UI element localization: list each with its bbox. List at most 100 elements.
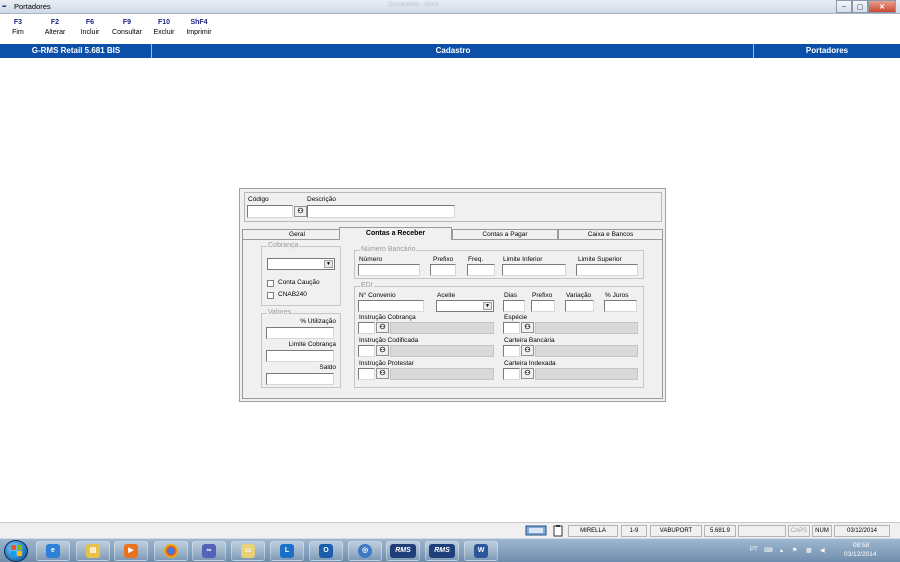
status-user: MIRELLA: [568, 525, 618, 537]
header-fields-group: Código ⚇ Descrição: [244, 192, 662, 222]
binoculars-search-icon[interactable]: ⚇: [521, 345, 534, 356]
edi-caption: EDI: [360, 282, 374, 289]
start-button[interactable]: [4, 540, 28, 562]
binoculars-search-icon[interactable]: ⚇: [521, 368, 534, 379]
status-bar: MIRELLA 1-9 VABUPORT 5.681.9 CAPS NUM 03…: [0, 522, 900, 538]
rms-icon: RMS: [390, 544, 416, 558]
fkey-label: F6: [85, 19, 95, 26]
taskbar-media-player[interactable]: ▶: [114, 541, 148, 561]
saldo-label: Saldo: [319, 364, 336, 371]
explorer-icon: ▤: [86, 544, 100, 558]
taskbar-word[interactable]: W: [464, 541, 498, 561]
ie-icon: e: [46, 544, 60, 558]
clock-time[interactable]: 08:58: [853, 542, 869, 549]
excluir-button[interactable]: F10 Excluir: [149, 19, 179, 36]
limite-cobranca-input[interactable]: [266, 350, 334, 362]
limite-inferior-input[interactable]: [502, 264, 566, 276]
cnab240-checkbox[interactable]: [267, 292, 274, 299]
taskbar-rms-2[interactable]: RMS: [425, 541, 459, 561]
freq-input[interactable]: [467, 264, 495, 276]
clock-date[interactable]: 03/12/2014: [844, 551, 877, 558]
portadores-form: Código ⚇ Descrição Geral Contas a Recebe…: [239, 188, 666, 402]
juros-input[interactable]: [604, 300, 637, 312]
taskbar-lync[interactable]: L: [270, 541, 304, 561]
status-version: 5.681.9: [704, 525, 736, 537]
variacao-input[interactable]: [565, 300, 594, 312]
close-button[interactable]: ✕: [868, 0, 896, 13]
rms-icon: RMS: [429, 544, 455, 558]
cnab240-label: CNAB240: [278, 291, 307, 298]
binoculars-search-icon[interactable]: ⚇: [376, 345, 389, 356]
minimize-button[interactable]: –: [836, 0, 852, 13]
language-indicator[interactable]: PT: [750, 547, 758, 553]
fkey-label: F10: [157, 19, 171, 26]
taskbar-explorer[interactable]: ▤: [76, 541, 110, 561]
taskbar-network[interactable]: ∞: [192, 541, 226, 561]
window-title: Portadores: [14, 2, 51, 11]
limite-superior-input[interactable]: [576, 264, 638, 276]
binoculars-search-icon[interactable]: ⚇: [376, 368, 389, 379]
instrucao-codificada-input[interactable]: [358, 345, 375, 357]
outlook-icon: O: [319, 544, 333, 558]
alterar-button[interactable]: F2 Alterar: [40, 19, 70, 36]
conta-caucao-checkbox[interactable]: [267, 280, 274, 287]
limite-cobranca-label: Limite Cobrança: [288, 341, 336, 348]
instrucao-protestar-input[interactable]: [358, 368, 375, 380]
codigo-label: Código: [248, 196, 269, 203]
imprimir-button[interactable]: ShF4 Imprimir: [182, 19, 216, 36]
limite-inferior-label: Limite Inferior: [503, 256, 543, 263]
carteira-indexada-input[interactable]: [503, 368, 520, 380]
taskbar-vm[interactable]: ◎: [348, 541, 382, 561]
status-empty: [738, 525, 786, 537]
descricao-input[interactable]: [307, 205, 455, 218]
binoculars-search-icon[interactable]: ⚇: [521, 322, 534, 333]
codigo-input[interactable]: [247, 205, 293, 218]
media-player-icon: ▶: [124, 544, 138, 558]
instrucao-cobranca-description: [390, 322, 494, 334]
consultar-button[interactable]: F9 Consultar: [108, 19, 146, 36]
window-controls: – ▢ ✕: [836, 0, 896, 13]
binoculars-search-icon[interactable]: ⚇: [376, 322, 389, 333]
incluir-button[interactable]: F6 Incluir: [77, 19, 103, 36]
saldo-input[interactable]: [266, 373, 334, 385]
carteira-bancaria-input[interactable]: [503, 345, 520, 357]
prefixo-input[interactable]: [430, 264, 456, 276]
status-date: 03/12/2014: [834, 525, 890, 537]
taskbar-outlook[interactable]: O: [309, 541, 343, 561]
dias-input[interactable]: [503, 300, 525, 312]
show-hidden-icons-icon[interactable]: ▴: [780, 547, 783, 554]
product-name: G-RMS Retail 5.681 BIS: [31, 46, 121, 55]
action-center-icon[interactable]: ⚑: [792, 547, 797, 554]
numero-input[interactable]: [358, 264, 420, 276]
valores-group: Valores % Utilização Limite Cobrança Sal…: [261, 309, 341, 388]
taskbar-folder[interactable]: ▭: [231, 541, 265, 561]
maximize-button[interactable]: ▢: [852, 0, 868, 13]
folder-icon: ▭: [241, 544, 255, 558]
numero-label: Número: [359, 256, 383, 263]
conta-caucao-label: Conta Caução: [278, 279, 320, 286]
taskbar-rms-1[interactable]: RMS: [386, 541, 420, 561]
convenio-input[interactable]: [358, 300, 424, 312]
keyboard-icon[interactable]: ⌨: [764, 547, 773, 554]
binoculars-search-icon[interactable]: ⚇: [294, 206, 307, 217]
tab-contas-a-receber[interactable]: Contas a Receber: [339, 227, 452, 240]
chevron-down-icon: ▼: [483, 302, 492, 310]
module-name: Cadastro: [435, 46, 471, 55]
ghost-window-title: Documento - Word: [388, 2, 439, 8]
network-icon: ∞: [202, 544, 216, 558]
instrucao-cobranca-input[interactable]: [358, 322, 375, 334]
fkey-label: ShF4: [190, 19, 208, 26]
edi-prefixo-input[interactable]: [531, 300, 555, 312]
status-num: NUM: [812, 525, 832, 537]
aceite-select[interactable]: ▼: [436, 300, 494, 312]
volume-icon[interactable]: ◀: [820, 547, 825, 554]
taskbar-ie[interactable]: e: [36, 541, 70, 561]
network-tray-icon[interactable]: ▦: [806, 547, 812, 554]
utilizacao-input[interactable]: [266, 327, 334, 339]
cobranca-select[interactable]: ▼: [267, 258, 335, 270]
taskbar-chrome[interactable]: [154, 541, 188, 561]
fkey-action: Consultar: [112, 29, 142, 36]
fim-button[interactable]: F3 Fim: [6, 19, 30, 36]
edi-prefixo-label: Prefixo: [532, 292, 553, 299]
especie-input[interactable]: [503, 322, 520, 334]
